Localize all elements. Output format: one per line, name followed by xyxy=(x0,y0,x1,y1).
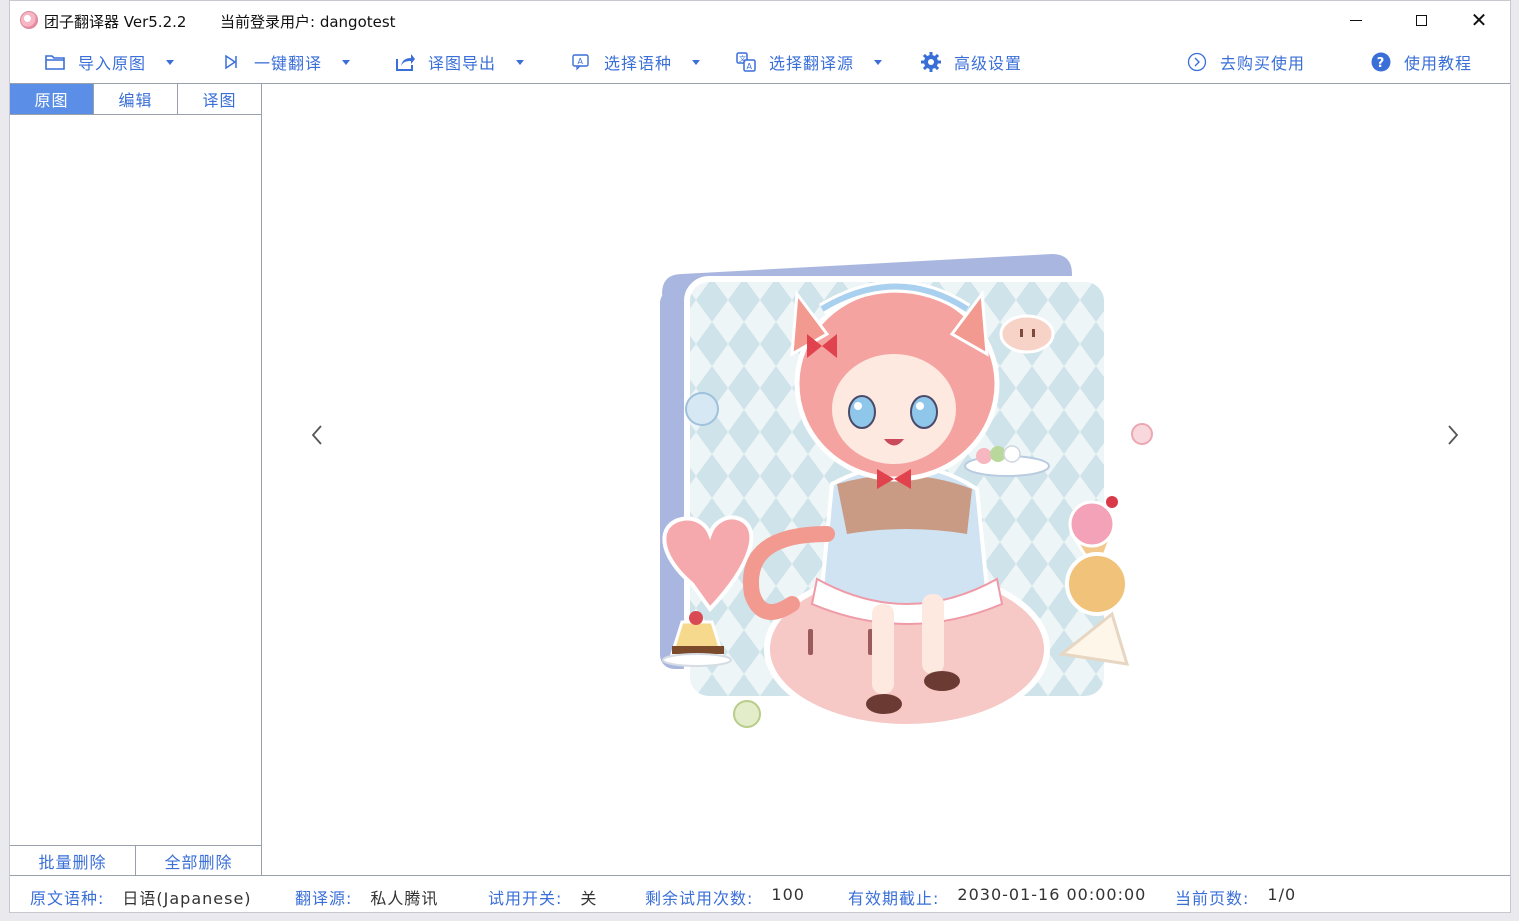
toolbar: 导入原图 一键翻译 译图导出 A 选择语种 文A 选择翻译源 高级设置 去购买使… xyxy=(10,41,1510,83)
buy-button[interactable]: 去购买使用 xyxy=(1186,49,1305,75)
page-value: 1/0 xyxy=(1267,885,1297,904)
svg-text:A: A xyxy=(747,62,753,71)
prev-image-button[interactable] xyxy=(302,420,332,450)
chevron-down-icon[interactable] xyxy=(692,59,701,65)
status-engine: 翻译源: 私人腾讯 xyxy=(295,885,438,909)
source-language-value: 日语(Japanese) xyxy=(122,889,252,908)
login-user-label: 当前登录用户: dangotest xyxy=(220,13,396,31)
placeholder-artwork xyxy=(660,254,1153,730)
status-source-language: 原文语种: 日语(Japanese) xyxy=(30,885,252,909)
image-viewer[interactable] xyxy=(262,83,1510,875)
page-label: 当前页数: xyxy=(1175,889,1250,908)
app-logo-icon xyxy=(20,11,38,29)
image-tabs: 原图 编辑 译图 xyxy=(10,84,261,115)
maximize-button[interactable] xyxy=(1398,1,1444,39)
status-remaining: 剩余试用次数: 100 xyxy=(645,885,805,909)
delete-all-button[interactable]: 全部删除 xyxy=(136,846,261,876)
close-icon: ✕ xyxy=(1470,8,1488,32)
left-panel: 原图 编辑 译图 批量删除 全部删除 xyxy=(10,83,262,876)
select-language-button[interactable]: A 选择语种 xyxy=(570,49,701,75)
import-image-button[interactable]: 导入原图 xyxy=(44,49,175,75)
chevron-down-icon[interactable] xyxy=(874,59,883,65)
app-title: 团子翻译器 Ver5.2.2 xyxy=(44,13,187,31)
tab-translated[interactable]: 译图 xyxy=(178,84,261,114)
engine-value: 私人腾讯 xyxy=(370,889,439,908)
advanced-settings-label: 高级设置 xyxy=(954,54,1023,73)
help-icon: ? xyxy=(1370,51,1392,73)
export-translated-label: 译图导出 xyxy=(428,54,497,73)
app-window: 团子翻译器 Ver5.2.2 当前登录用户: dangotest ✕ 导入原图 … xyxy=(9,0,1511,913)
chevron-right-circle-icon xyxy=(1186,51,1208,73)
minimize-icon xyxy=(1350,19,1362,21)
status-trial: 试用开关: 关 xyxy=(488,885,597,909)
chevron-right-icon xyxy=(1448,425,1459,445)
expiry-label: 有效期截止: xyxy=(848,889,940,908)
svg-text:?: ? xyxy=(1377,56,1386,71)
image-file-list[interactable] xyxy=(10,115,261,845)
maximize-icon xyxy=(1415,14,1427,26)
status-page: 当前页数: 1/0 xyxy=(1175,885,1296,909)
close-button[interactable]: ✕ xyxy=(1456,1,1502,39)
chevron-down-icon[interactable] xyxy=(516,59,525,65)
status-bar: 原文语种: 日语(Japanese) 翻译源: 私人腾讯 试用开关: 关 剩余试… xyxy=(10,875,1510,913)
trial-value: 关 xyxy=(580,889,598,908)
delete-buttons: 批量删除 全部删除 xyxy=(10,845,261,876)
tab-edit[interactable]: 编辑 xyxy=(94,84,178,114)
minimize-button[interactable] xyxy=(1333,1,1379,39)
advanced-settings-button[interactable]: 高级设置 xyxy=(920,49,1022,75)
status-expiry: 有效期截止: 2030-01-16 00:00:00 xyxy=(848,885,1146,909)
tab-original[interactable]: 原图 xyxy=(10,84,94,114)
remaining-value: 100 xyxy=(771,885,805,904)
play-icon xyxy=(220,51,242,73)
source-language-label: 原文语种: xyxy=(30,889,105,908)
chevron-down-icon[interactable] xyxy=(166,59,175,65)
import-image-label: 导入原图 xyxy=(78,54,147,73)
gear-icon xyxy=(920,51,942,73)
tutorial-button[interactable]: ? 使用教程 xyxy=(1370,49,1472,75)
buy-label: 去购买使用 xyxy=(1220,54,1306,73)
share-icon xyxy=(394,51,416,73)
tutorial-label: 使用教程 xyxy=(1404,54,1473,73)
translate-icon: 文A xyxy=(735,51,757,73)
chevron-down-icon[interactable] xyxy=(342,59,351,65)
select-translation-source-label: 选择翻译源 xyxy=(769,54,855,73)
svg-text:A: A xyxy=(578,57,584,66)
select-translation-source-button[interactable]: 文A 选择翻译源 xyxy=(735,49,883,75)
engine-label: 翻译源: xyxy=(295,889,353,908)
chevron-left-icon xyxy=(311,425,322,445)
language-icon: A xyxy=(570,51,592,73)
trial-label: 试用开关: xyxy=(488,889,563,908)
batch-delete-button[interactable]: 批量删除 xyxy=(10,846,136,876)
expiry-value: 2030-01-16 00:00:00 xyxy=(957,885,1147,904)
select-language-label: 选择语种 xyxy=(604,54,673,73)
one-click-translate-button[interactable]: 一键翻译 xyxy=(220,49,351,75)
export-translated-button[interactable]: 译图导出 xyxy=(394,49,525,75)
one-click-translate-label: 一键翻译 xyxy=(254,54,323,73)
title-bar[interactable]: 团子翻译器 Ver5.2.2 当前登录用户: dangotest ✕ xyxy=(10,1,1510,39)
next-image-button[interactable] xyxy=(1438,420,1468,450)
folder-icon xyxy=(44,51,66,73)
remaining-label: 剩余试用次数: xyxy=(645,889,754,908)
